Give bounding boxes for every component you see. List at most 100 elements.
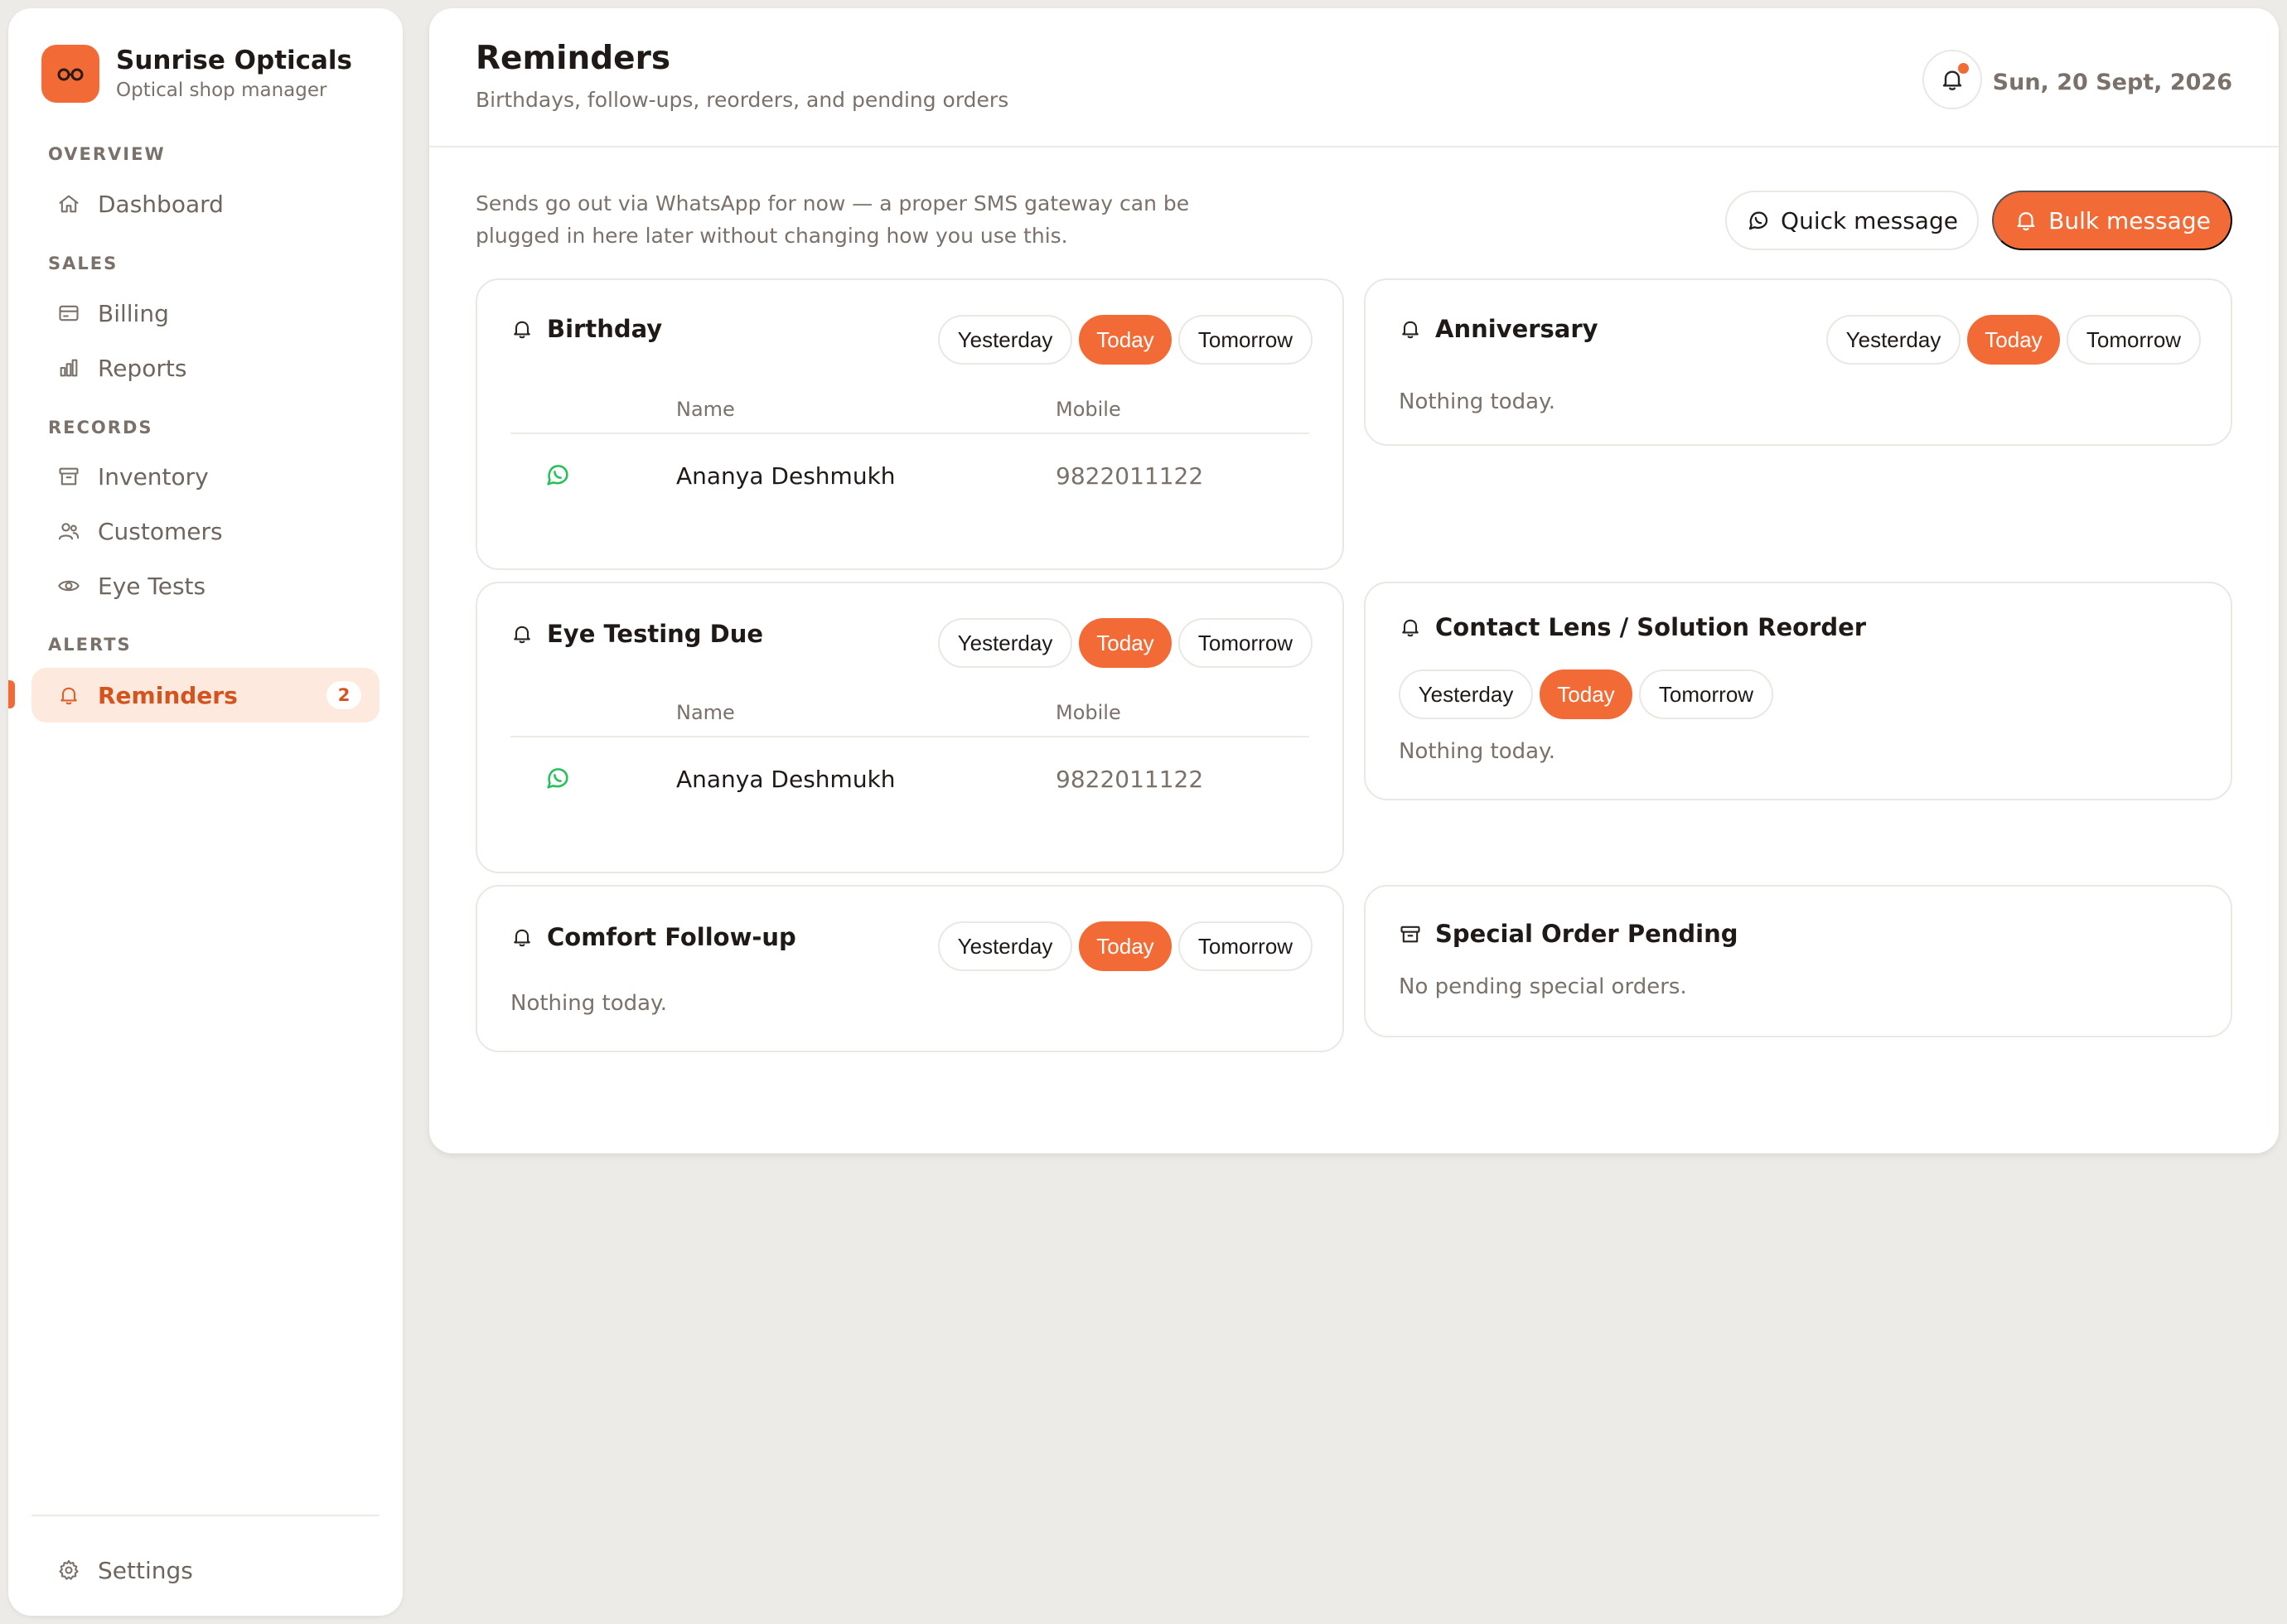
anniversary-title: Anniversary	[1435, 315, 1598, 343]
page-subtitle: Birthdays, follow-ups, reorders, and pen…	[476, 88, 1009, 112]
table-row: Ananya Deshmukh 9822011122	[510, 737, 1309, 820]
column-name: Name	[676, 701, 735, 724]
sidebar-item-inventory[interactable]: Inventory	[31, 449, 380, 504]
eye-testing-day-filter: Yesterday Today Tomorrow	[938, 618, 1313, 668]
filter-yesterday[interactable]: Yesterday	[938, 618, 1072, 668]
empty-state: Nothing today.	[1399, 389, 1555, 414]
reminders-count-badge: 2	[326, 681, 361, 709]
filter-tomorrow[interactable]: Tomorrow	[1639, 669, 1773, 719]
contact-lens-card: Contact Lens / Solution Reorder Yesterda…	[1364, 582, 2232, 800]
table-row: Ananya Deshmukh 9822011122	[510, 434, 1309, 517]
gear-icon	[56, 1558, 81, 1583]
bulk-message-button[interactable]: Bulk message	[1992, 191, 2232, 250]
filter-tomorrow[interactable]: Tomorrow	[1178, 315, 1313, 365]
sidebar-item-billing[interactable]: Billing	[31, 286, 380, 341]
whatsapp-icon[interactable]	[544, 764, 572, 798]
card-title: Eye Testing Due	[510, 620, 763, 648]
home-icon	[56, 191, 81, 216]
bulk-message-label: Bulk message	[2048, 206, 2211, 234]
birthday-day-filter: Yesterday Today Tomorrow	[938, 315, 1313, 365]
bell-icon	[2017, 212, 2035, 231]
users-icon	[56, 519, 81, 544]
main-panel: Reminders Birthdays, follow-ups, reorder…	[429, 8, 2279, 1153]
sidebar-item-label: Reports	[98, 354, 187, 382]
sidebar-item-settings[interactable]: Settings	[31, 1543, 380, 1597]
box-icon	[56, 464, 81, 489]
filter-today[interactable]: Today	[1540, 669, 1632, 719]
filter-yesterday[interactable]: Yesterday	[1399, 669, 1533, 719]
bell-icon	[1402, 321, 1419, 339]
customer-mobile: 9822011122	[1056, 462, 1204, 490]
page-title: Reminders	[476, 40, 671, 77]
sidebar-item-label: Reminders	[98, 681, 238, 709]
sidebar-item-eye-tests[interactable]: Eye Tests	[31, 558, 380, 613]
eye-icon	[56, 573, 81, 598]
filter-tomorrow[interactable]: Tomorrow	[1178, 921, 1313, 971]
sidebar-item-reminders[interactable]: Reminders 2	[31, 668, 380, 723]
sidebar-item-customers[interactable]: Customers	[31, 504, 380, 558]
nav-section-sales: SALES	[48, 254, 118, 273]
eye-testing-card: Eye Testing Due Yesterday Today Tomorrow…	[476, 582, 1344, 873]
special-order-card: Special Order Pending No pending special…	[1364, 885, 2232, 1037]
empty-state: Nothing today.	[1399, 739, 1555, 764]
sidebar-item-label: Billing	[98, 299, 169, 327]
active-indicator	[8, 680, 15, 708]
empty-state: Nothing today.	[510, 991, 667, 1016]
box-icon	[1400, 926, 1420, 943]
filter-yesterday[interactable]: Yesterday	[938, 315, 1072, 365]
brand[interactable]: Sunrise Opticals Optical shop manager	[41, 45, 352, 103]
comfort-followup-card: Comfort Follow-up Yesterday Today Tomorr…	[476, 885, 1344, 1052]
customer-name: Ananya Deshmukh	[676, 462, 896, 490]
header-date: Sun, 20 Sept, 2026	[1992, 70, 2232, 95]
filter-today[interactable]: Today	[1079, 921, 1172, 971]
comfort-followup-title: Comfort Follow-up	[547, 923, 796, 951]
column-mobile: Mobile	[1056, 398, 1121, 421]
sidebar-item-reports[interactable]: Reports	[31, 341, 380, 395]
birthday-card: Birthday Yesterday Today Tomorrow Name M…	[476, 278, 1344, 570]
bell-icon	[514, 626, 530, 644]
bell-icon	[514, 929, 530, 947]
notifications-button[interactable]	[1922, 50, 1982, 109]
nav-section-alerts: ALERTS	[48, 635, 132, 655]
sidebar-item-label: Settings	[98, 1556, 193, 1584]
sidebar-item-label: Dashboard	[98, 190, 224, 218]
card-title: Birthday	[510, 315, 662, 343]
card-title: Special Order Pending	[1399, 920, 1738, 948]
filter-yesterday[interactable]: Yesterday	[938, 921, 1072, 971]
sidebar-divider	[31, 1515, 380, 1516]
customer-mobile: 9822011122	[1056, 766, 1204, 793]
empty-state: No pending special orders.	[1399, 974, 1687, 999]
notification-dot	[1958, 63, 1969, 74]
bell-icon	[514, 321, 530, 339]
filter-yesterday[interactable]: Yesterday	[1826, 315, 1961, 365]
card-title: Comfort Follow-up	[510, 923, 796, 951]
sidebar-item-dashboard[interactable]: Dashboard	[31, 176, 380, 231]
card-title: Contact Lens / Solution Reorder	[1399, 613, 1866, 641]
contact-lens-day-filter: Yesterday Today Tomorrow	[1399, 669, 1773, 719]
brand-name: Sunrise Opticals	[116, 46, 353, 75]
filter-today[interactable]: Today	[1079, 618, 1172, 668]
filter-today[interactable]: Today	[1079, 315, 1172, 365]
customer-name: Ananya Deshmukh	[676, 766, 896, 793]
whatsapp-note: Sends go out via WhatsApp for now — a pr…	[476, 191, 1190, 248]
special-order-title: Special Order Pending	[1435, 920, 1738, 948]
comfort-day-filter: Yesterday Today Tomorrow	[938, 921, 1313, 971]
quick-message-label: Quick message	[1781, 206, 1958, 234]
filter-tomorrow[interactable]: Tomorrow	[1178, 618, 1313, 668]
page-header: Reminders Birthdays, follow-ups, reorder…	[429, 8, 2279, 147]
sidebar: Sunrise Opticals Optical shop manager OV…	[8, 8, 403, 1616]
brand-subtitle: Optical shop manager	[116, 80, 327, 101]
nav-section-overview: OVERVIEW	[48, 144, 166, 164]
filter-tomorrow[interactable]: Tomorrow	[2067, 315, 2201, 365]
birthday-title: Birthday	[547, 315, 663, 343]
whatsapp-icon[interactable]	[544, 461, 572, 495]
filter-today[interactable]: Today	[1967, 315, 2060, 365]
column-mobile: Mobile	[1056, 701, 1121, 724]
anniversary-card: Anniversary Yesterday Today Tomorrow Not…	[1364, 278, 2232, 446]
eye-testing-title: Eye Testing Due	[547, 620, 764, 648]
quick-message-button[interactable]: Quick message	[1725, 191, 1979, 250]
column-name: Name	[676, 398, 735, 421]
bar-chart-icon	[56, 355, 81, 380]
sidebar-item-label: Inventory	[98, 462, 209, 491]
card-icon	[56, 301, 81, 326]
